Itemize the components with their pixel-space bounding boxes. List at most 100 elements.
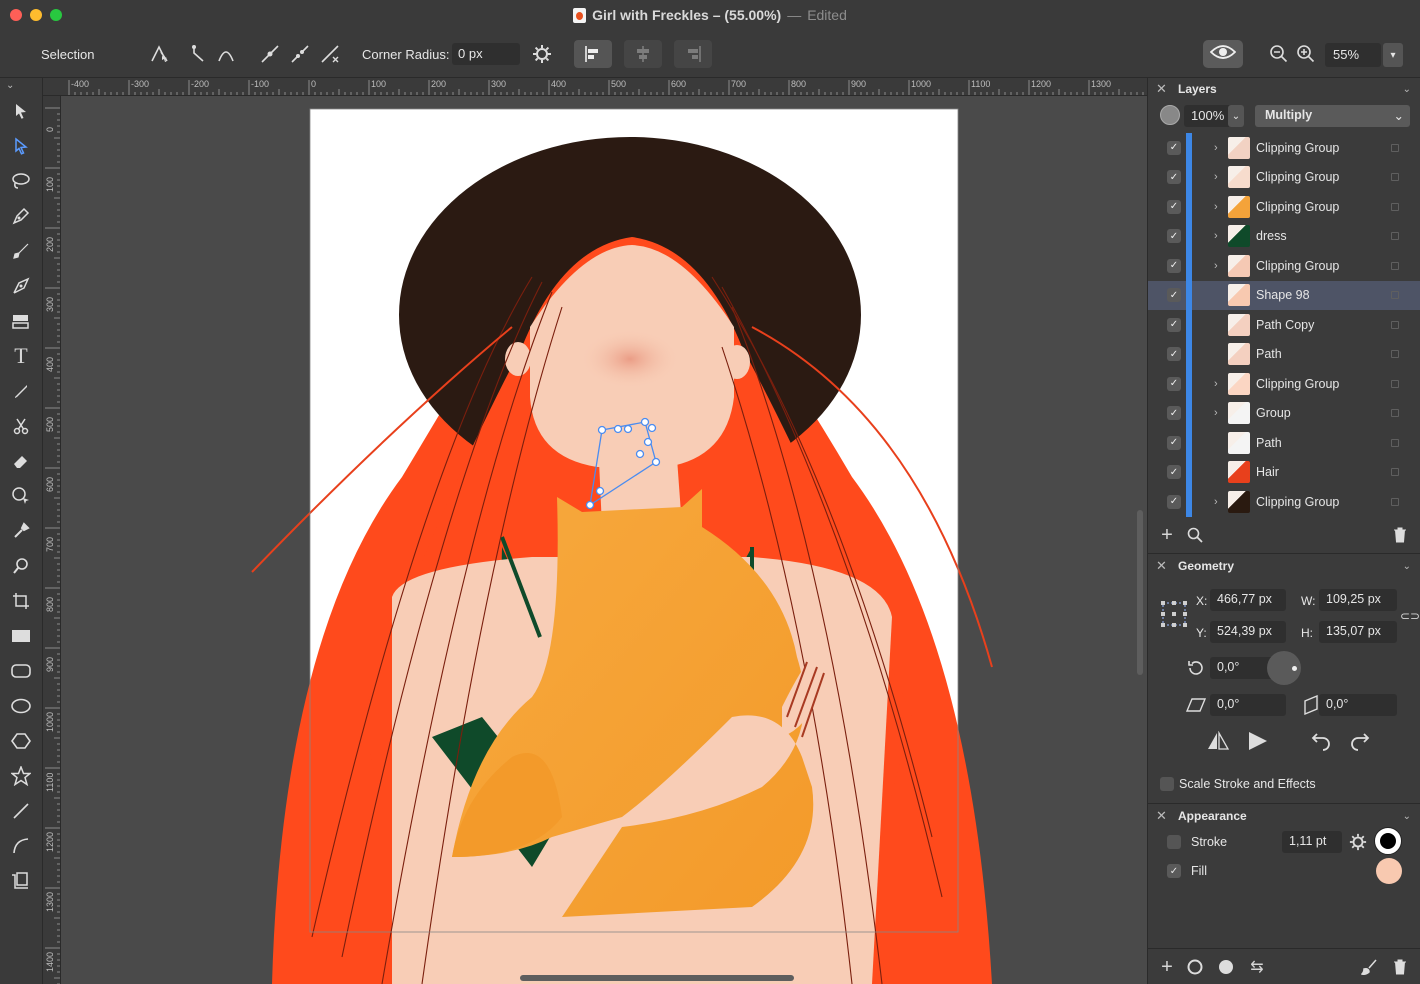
chevron-right-icon[interactable]: ›	[1214, 230, 1218, 242]
lock-icon[interactable]	[1391, 173, 1399, 182]
layer-visibility-checkbox[interactable]: ✓	[1167, 140, 1181, 155]
line-tool-icon[interactable]	[8, 798, 34, 824]
layer-visibility-checkbox[interactable]: ✓	[1167, 406, 1181, 421]
add-stroke-icon[interactable]	[1186, 958, 1204, 976]
stroke-color-swatch[interactable]	[1375, 828, 1401, 854]
fill-tool-icon[interactable]	[8, 308, 34, 334]
layer-row[interactable]: ✓ › Clipping Group	[1148, 162, 1420, 192]
close-icon[interactable]: ✕	[1156, 81, 1170, 97]
layer-visibility-checkbox[interactable]: ✓	[1167, 199, 1181, 214]
artboard-tool-icon[interactable]	[8, 868, 34, 894]
node-tool-icon[interactable]	[148, 42, 172, 66]
scissors-tool-icon[interactable]	[8, 413, 34, 439]
opacity-dropdown-button[interactable]: ⌄	[1228, 105, 1244, 127]
scale-stroke-checkbox[interactable]	[1160, 777, 1174, 791]
layer-row[interactable]: ✓ › Clipping Group	[1148, 251, 1420, 281]
layers-header[interactable]: ✕ Layers ⌄	[1148, 78, 1420, 100]
rounded-rectangle-tool-icon[interactable]	[8, 658, 34, 684]
rotation-dial[interactable]	[1267, 651, 1301, 685]
corner-radius-input[interactable]: 0 px	[452, 43, 520, 65]
layer-visibility-checkbox[interactable]: ✓	[1167, 317, 1181, 332]
layer-row[interactable]: ✓ Path Copy	[1148, 310, 1420, 340]
brush-tool-icon[interactable]	[8, 238, 34, 264]
layer-visibility-checkbox[interactable]: ✓	[1167, 376, 1181, 391]
layer-row[interactable]: ✓ Path	[1148, 428, 1420, 458]
lock-icon[interactable]	[1391, 438, 1399, 447]
lock-icon[interactable]	[1391, 232, 1399, 241]
layer-visibility-checkbox[interactable]: ✓	[1167, 465, 1181, 480]
constrain-proportions-link-icon[interactable]: ⊂⊃	[1400, 606, 1420, 626]
lock-icon[interactable]	[1391, 202, 1399, 211]
lock-icon[interactable]	[1391, 497, 1399, 506]
appearance-header[interactable]: ✕ Appearance ⌄	[1148, 805, 1420, 827]
close-icon[interactable]: ✕	[1156, 808, 1170, 824]
layer-row[interactable]: ✓ › Clipping Group	[1148, 487, 1420, 517]
chevron-down-icon[interactable]: ⌄	[1403, 811, 1411, 822]
zoom-out-icon[interactable]	[1267, 42, 1291, 66]
eraser-tool-icon[interactable]	[8, 448, 34, 474]
fill-enable-checkbox[interactable]: ✓	[1167, 864, 1181, 878]
chevron-right-icon[interactable]: ›	[1214, 171, 1218, 183]
align-center-button[interactable]	[624, 40, 662, 68]
canvas-area[interactable]	[62, 97, 1147, 984]
stroke-settings-gear-icon[interactable]	[1347, 831, 1369, 853]
vector-brush-tool-icon[interactable]	[8, 273, 34, 299]
chevron-right-icon[interactable]: ›	[1214, 260, 1218, 272]
height-input[interactable]: 135,07 px	[1319, 621, 1397, 643]
layer-row[interactable]: ✓ › dress	[1148, 221, 1420, 251]
chevron-right-icon[interactable]: ›	[1214, 378, 1218, 390]
break-path-icon[interactable]	[258, 42, 282, 66]
vertical-ruler[interactable]: 0 100 200 300 400 500 600 700 800 900 1000 1100 1200…	[43, 96, 61, 984]
horizontal-ruler[interactable]: -400 -300 -200 -100 0 100 200 300 400 500 600 700 80…	[43, 78, 1147, 96]
layer-visibility-checkbox[interactable]: ✓	[1167, 347, 1181, 362]
corner-node-icon[interactable]	[188, 42, 212, 66]
layer-visibility-checkbox[interactable]: ✓	[1167, 258, 1181, 273]
layer-row[interactable]: ✓ Path	[1148, 339, 1420, 369]
lock-icon[interactable]	[1391, 468, 1399, 477]
blend-mode-select[interactable]: Multiply ⌄	[1255, 105, 1410, 127]
pen-tool-icon[interactable]	[8, 203, 34, 229]
corner-settings-gear-icon[interactable]	[530, 42, 554, 66]
layer-row[interactable]: ✓ Shape 98	[1148, 280, 1420, 310]
fill-color-swatch[interactable]	[1376, 858, 1402, 884]
swap-arrows-icon[interactable]: ⇆	[1248, 958, 1266, 976]
chevron-right-icon[interactable]: ›	[1214, 496, 1218, 508]
crop-tool-icon[interactable]	[8, 588, 34, 614]
x-position-input[interactable]: 466,77 px	[1210, 589, 1286, 611]
stroke-width-input[interactable]: 1,11 pt	[1282, 831, 1342, 853]
layer-row[interactable]: ✓ › Clipping Group	[1148, 192, 1420, 222]
align-right-button[interactable]	[674, 40, 712, 68]
minimize-window-button[interactable]	[30, 9, 42, 21]
delete-appearance-trash-icon[interactable]	[1391, 958, 1409, 976]
lock-icon[interactable]	[1391, 320, 1399, 329]
chevron-down-icon[interactable]: ⌄	[1403, 561, 1411, 572]
y-position-input[interactable]: 524,39 px	[1210, 621, 1286, 643]
add-appearance-plus-icon[interactable]: +	[1158, 956, 1176, 978]
lock-icon[interactable]	[1391, 379, 1399, 388]
lock-icon[interactable]	[1391, 143, 1399, 152]
tools-collapse-chevron-icon[interactable]: ⌄	[6, 80, 14, 91]
rectangle-tool-icon[interactable]	[8, 623, 34, 649]
lock-icon[interactable]	[1391, 261, 1399, 270]
zoom-dropdown-button[interactable]: ▾	[1383, 43, 1403, 67]
search-layers-icon[interactable]	[1186, 526, 1204, 544]
chevron-down-icon[interactable]: ⌄	[1403, 84, 1411, 95]
polygon-tool-icon[interactable]	[8, 728, 34, 754]
lock-icon[interactable]	[1391, 350, 1399, 359]
align-left-button[interactable]	[574, 40, 612, 68]
skew-vertical-input[interactable]: 0,0°	[1319, 694, 1397, 716]
zoom-in-icon[interactable]	[1294, 42, 1318, 66]
smooth-node-icon[interactable]	[214, 42, 238, 66]
artwork[interactable]	[62, 97, 1147, 984]
layer-visibility-checkbox[interactable]: ✓	[1167, 494, 1181, 509]
layer-row[interactable]: ✓ › Group	[1148, 398, 1420, 428]
layer-visibility-checkbox[interactable]: ✓	[1167, 229, 1181, 244]
geometry-header[interactable]: ✕ Geometry ⌄	[1148, 555, 1420, 577]
cut-path-icon[interactable]	[318, 42, 342, 66]
stroke-enable-checkbox[interactable]	[1167, 835, 1181, 849]
zoom-tool-icon[interactable]	[8, 553, 34, 579]
lock-icon[interactable]	[1391, 291, 1399, 300]
pointer-tool-icon[interactable]	[8, 98, 34, 124]
chevron-right-icon[interactable]: ›	[1214, 407, 1218, 419]
view-mode-button[interactable]	[1203, 40, 1243, 68]
